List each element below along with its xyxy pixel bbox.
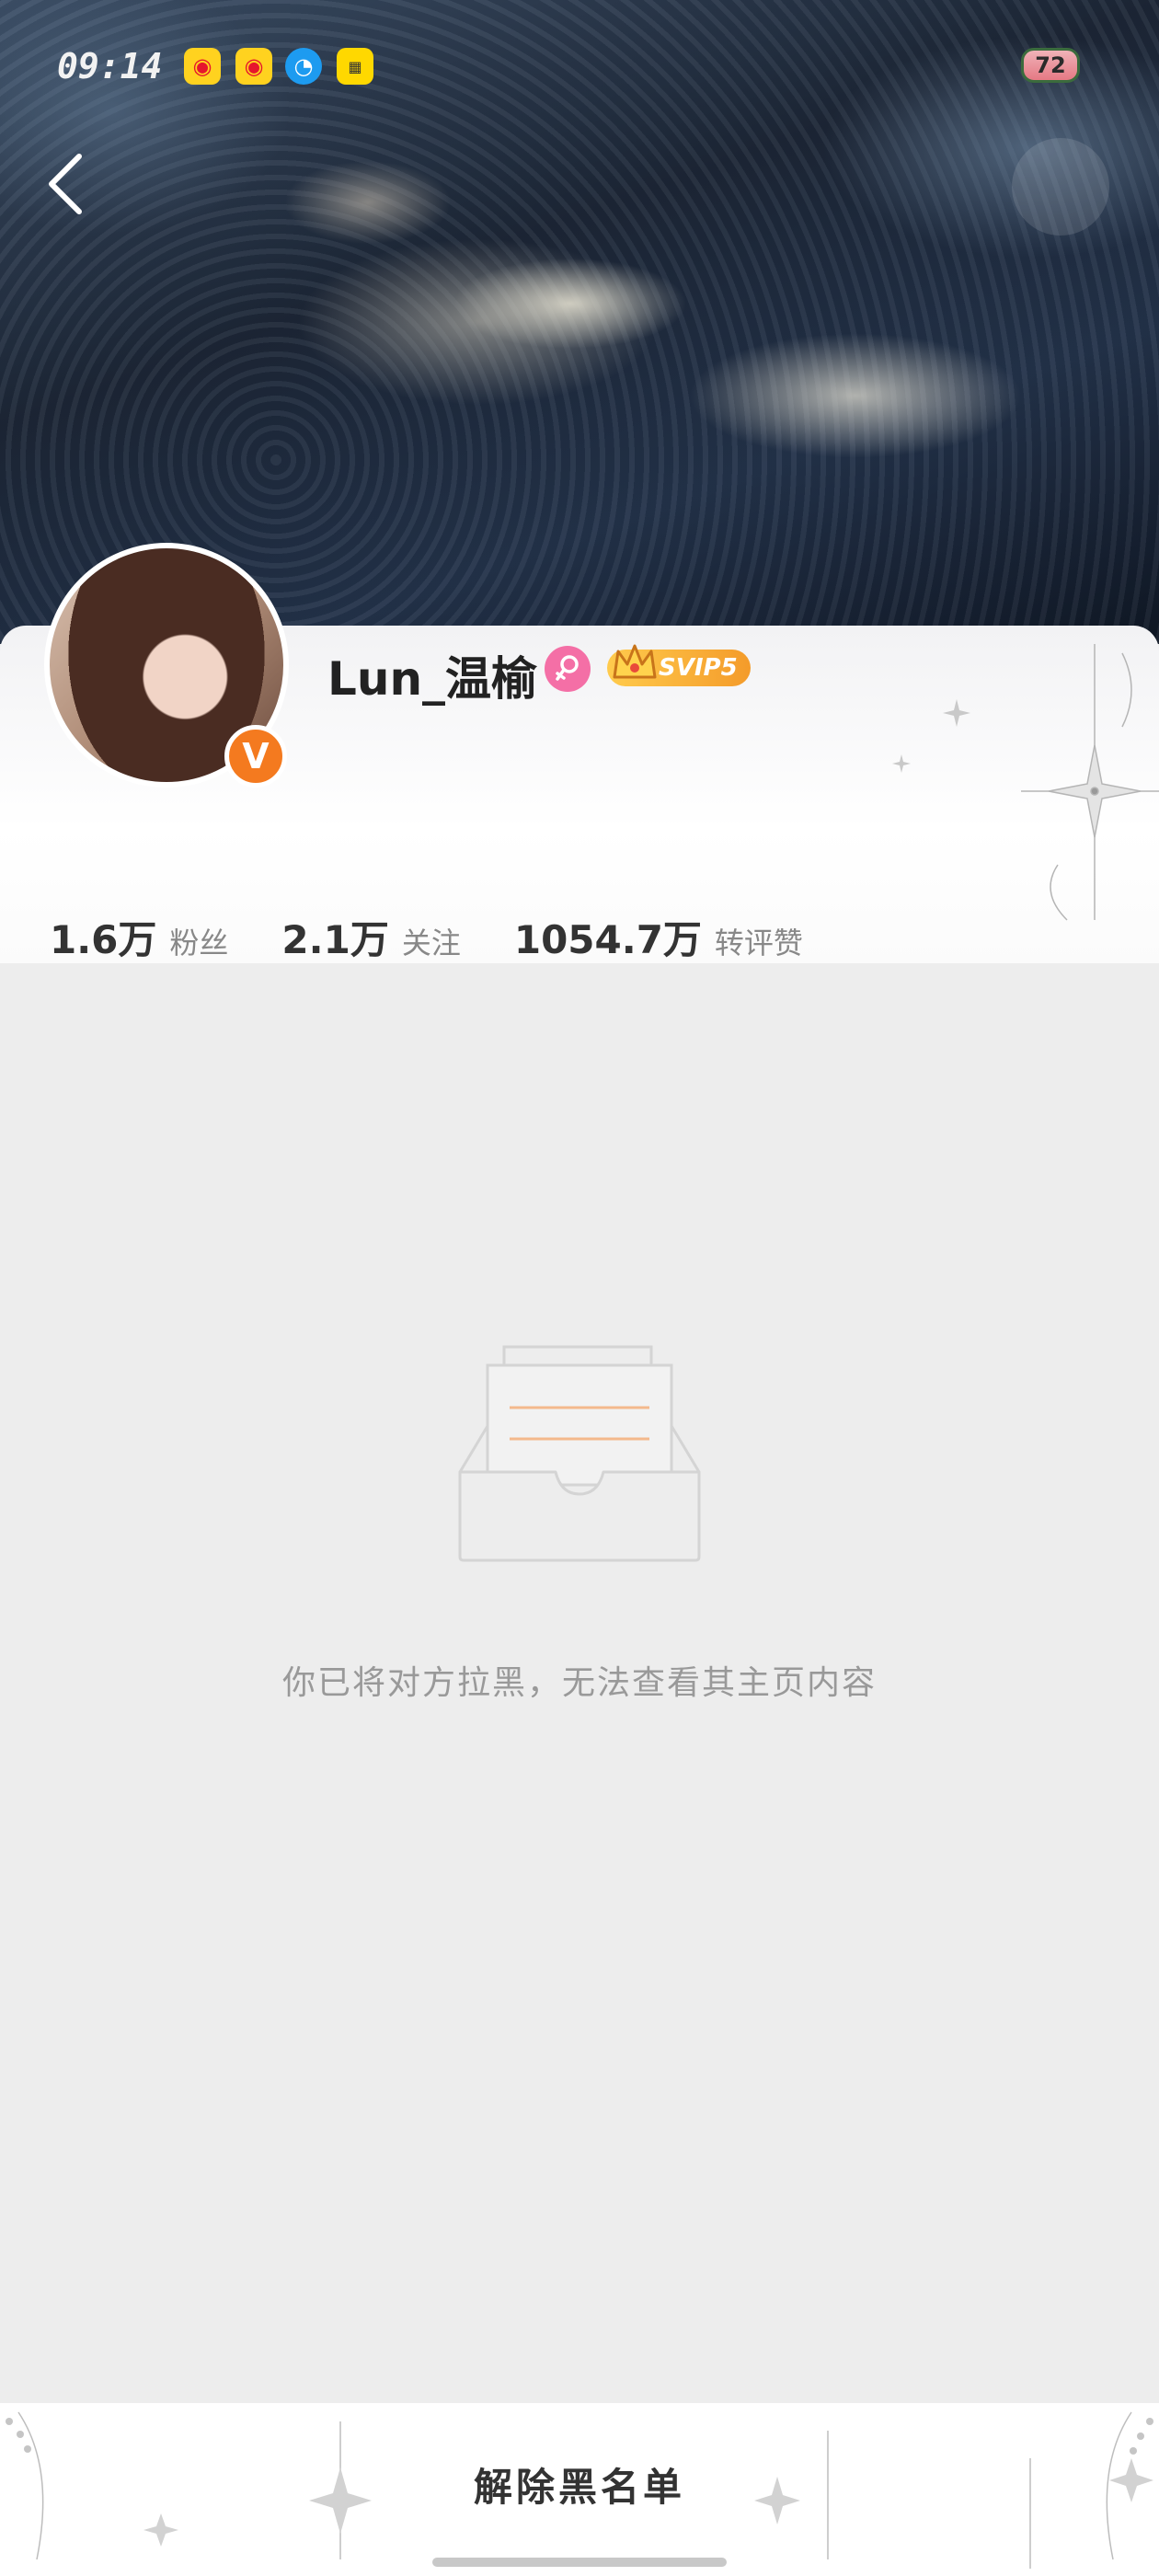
female-symbol-icon <box>556 655 579 681</box>
blocked-message: 你已将对方拉黑，无法查看其主页内容 <box>281 1664 877 1702</box>
more-button[interactable] <box>1012 138 1109 236</box>
qq-icon: ◔ <box>285 48 322 85</box>
stat-interactions[interactable]: 1054.7万 转评赞 <box>514 909 803 965</box>
stat-value: 2.1万 <box>281 917 389 962</box>
unblock-button[interactable]: 解除黑名单 <box>396 2447 763 2521</box>
stat-value: 1.6万 <box>50 917 157 962</box>
tuan-icon: ▦ <box>337 48 373 85</box>
user-name: Lun_温榆 <box>327 652 538 706</box>
crown-icon <box>613 644 657 679</box>
stat-label: 转评赞 <box>714 926 803 960</box>
weibo-icon: ◉ <box>184 48 221 85</box>
stat-followers[interactable]: 1.6万 粉丝 <box>50 909 228 965</box>
chevron-left-icon <box>49 154 82 214</box>
female-gender-icon <box>545 646 591 692</box>
card-decoration <box>892 644 1159 921</box>
vip-label: SVIP5 <box>659 654 738 682</box>
home-indicator[interactable] <box>432 2558 727 2567</box>
status-time: 09:14 <box>57 46 163 86</box>
stat-label: 关注 <box>401 926 461 960</box>
weibo-icon: ◉ <box>235 48 272 85</box>
battery-indicator: 72 <box>1021 48 1080 83</box>
stat-following[interactable]: 2.1万 关注 <box>281 909 460 965</box>
verified-badge: V <box>224 725 287 788</box>
empty-inbox-icon <box>458 1345 701 1562</box>
vip-badge[interactable]: SVIP5 <box>607 644 751 686</box>
back-button[interactable] <box>37 147 92 221</box>
profile-stats: 1.6万 粉丝 2.1万 关注 1054.7万 转评赞 <box>50 909 856 965</box>
stat-label: 粉丝 <box>169 926 229 960</box>
stat-value: 1054.7万 <box>513 917 702 962</box>
